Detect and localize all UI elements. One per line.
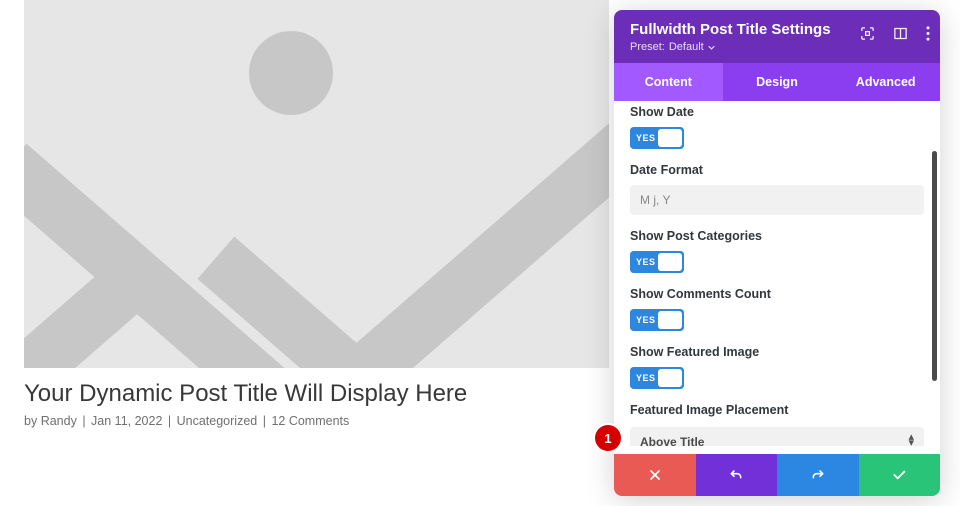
post-preview: Your Dynamic Post Title Will Display Her… [0,0,608,506]
toggle-show-featured[interactable]: YES [630,367,684,389]
meta-comments: 12 Comments [271,414,349,428]
placeholder-sun-icon [249,31,333,115]
label-featured-placement: Featured Image Placement [630,403,924,417]
toggle-show-comments[interactable]: YES [630,309,684,331]
undo-icon [728,467,744,483]
label-show-date: Show Date [630,105,924,119]
select-featured-placement[interactable]: Above Title [630,427,924,446]
field-date-format: Date Format [630,163,924,215]
meta-category: Uncategorized [177,414,258,428]
redo-icon [810,467,826,483]
scrollbar-thumb[interactable] [932,151,937,381]
field-show-featured: Show Featured Image YES [630,345,924,389]
label-show-categories: Show Post Categories [630,229,924,243]
settings-panel: Fullwidth Post Title Settings Preset: De… [614,10,940,496]
field-featured-placement: Featured Image Placement Above Title ▴▾ [630,403,924,446]
undo-button[interactable] [696,454,778,496]
kebab-menu-icon[interactable] [926,26,930,46]
panel-body: Show Date YES Date Format Show Post Cate… [614,101,940,446]
panel-header[interactable]: Fullwidth Post Title Settings Preset: De… [614,10,940,63]
meta-by: by [24,414,37,428]
toggle-show-date[interactable]: YES [630,127,684,149]
panel-tabs: Content Design Advanced [614,63,940,101]
columns-icon[interactable] [893,26,908,46]
meta-author: Randy [41,414,77,428]
panel-actions [614,454,940,496]
field-show-comments: Show Comments Count YES [630,287,924,331]
post-meta: by Randy | Jan 11, 2022 | Uncategorized … [24,414,608,428]
tab-design[interactable]: Design [723,63,832,101]
label-show-comments: Show Comments Count [630,287,924,301]
meta-date: Jan 11, 2022 [91,414,162,428]
cancel-button[interactable] [614,454,696,496]
step-badge-1: 1 [595,425,621,451]
field-show-categories: Show Post Categories YES [630,229,924,273]
check-icon [891,467,907,483]
label-show-featured: Show Featured Image [630,345,924,359]
post-title: Your Dynamic Post Title Will Display Her… [24,380,608,408]
chevron-down-icon [708,44,715,51]
label-date-format: Date Format [630,163,924,177]
toggle-show-categories[interactable]: YES [630,251,684,273]
tab-advanced[interactable]: Advanced [831,63,940,101]
featured-image-placeholder [24,0,609,368]
close-icon [647,467,663,483]
redo-button[interactable] [777,454,859,496]
expand-icon[interactable] [860,26,875,46]
save-button[interactable] [859,454,941,496]
field-show-date: Show Date YES [630,105,924,149]
tab-content[interactable]: Content [614,63,723,101]
input-date-format[interactable] [630,185,924,215]
